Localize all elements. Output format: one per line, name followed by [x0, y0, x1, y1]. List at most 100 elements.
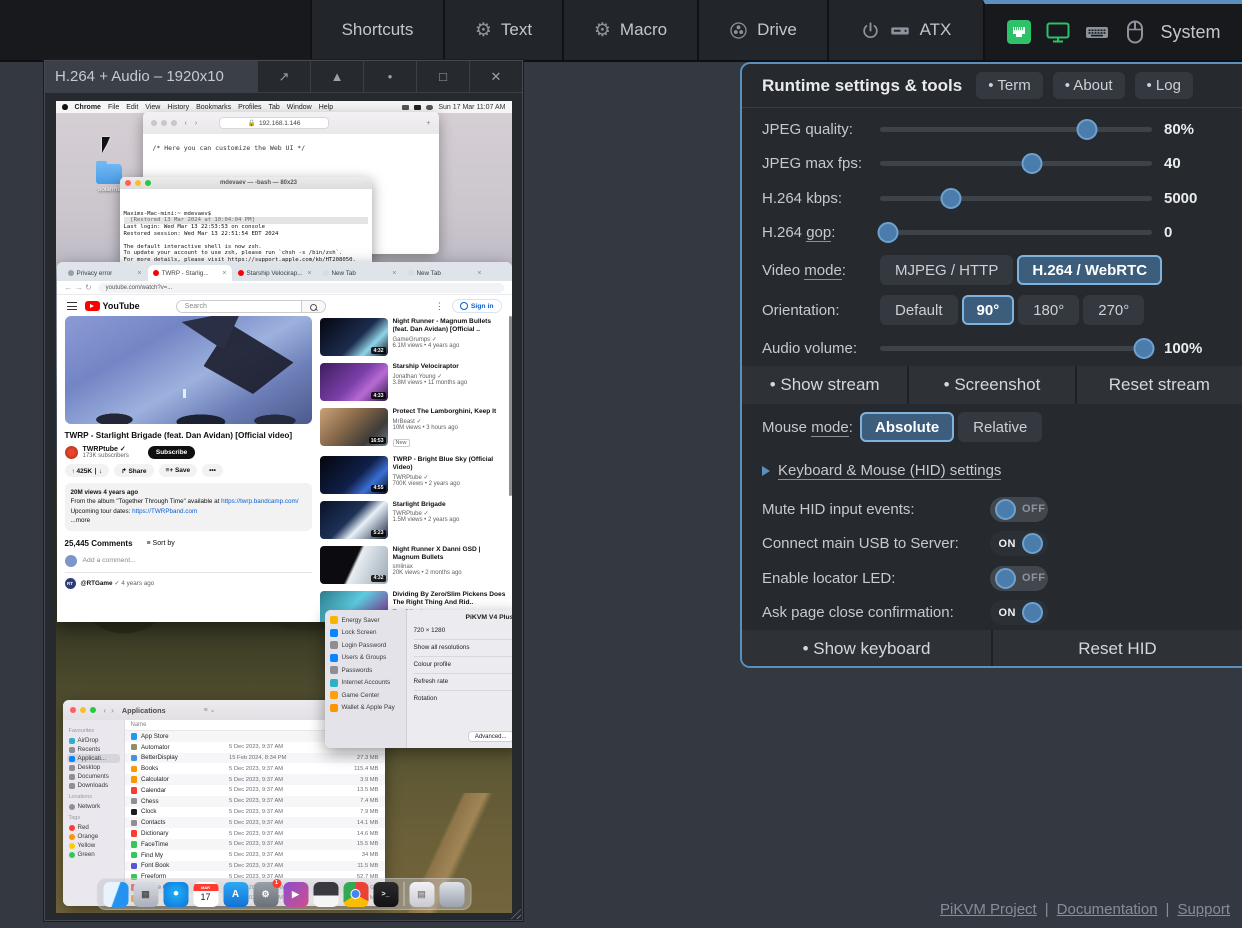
stream-collapse-button[interactable]: ▲ [310, 61, 363, 92]
favicon [238, 270, 244, 276]
support-link[interactable]: Support [1177, 901, 1230, 918]
mouse-mode-option[interactable]: Absolute [860, 412, 954, 442]
file-name: Calendar [141, 787, 229, 794]
toggle-switch[interactable]: OFF [990, 566, 1048, 591]
stream-expand-button[interactable]: ↗ [257, 61, 310, 92]
settings-sidebar-item: Energy Saver [330, 616, 401, 624]
toggle-switch[interactable]: OFF [990, 497, 1048, 522]
show-stream-button[interactable]: • Show stream [742, 366, 907, 404]
mouse-mode-option[interactable]: Relative [958, 412, 1042, 442]
term-button[interactable]: • Term [976, 72, 1042, 99]
video-mode-option[interactable]: H.264 / WebRTC [1017, 255, 1162, 285]
slider-label: JPEG quality: [762, 121, 880, 138]
suggested-channel: TWRPtube ✓ [393, 474, 506, 481]
safari-content: /* Here you can customize the Web UI */ [143, 134, 439, 162]
suggested-meta: 1.5M views • 2 years ago [393, 517, 506, 523]
nav-drive-label: Drive [757, 20, 797, 40]
finder-sidebar-item: Network [67, 802, 120, 811]
slider-control[interactable] [880, 119, 1152, 140]
description-more: ...more [71, 516, 306, 525]
finder-file-row: Calendar 5 Dec 2023, 9:37 AM 13.5 MB [125, 785, 385, 796]
youtube-search-placeholder: Search [177, 303, 301, 310]
hid-settings-link[interactable]: Keyboard & Mouse (HID) settings [778, 462, 1001, 480]
file-size: 14.1 MB [321, 820, 379, 826]
video-description: 20M views 4 years ago From the album "To… [65, 483, 312, 531]
file-date: 5 Dec 2023, 9:37 AM [229, 787, 321, 793]
video-duration: 4:32 [371, 575, 385, 582]
tag-label: Orange [78, 833, 99, 840]
action-pill: ↑ 425K ∣ ↓ [65, 464, 110, 477]
tag-label: Green [78, 851, 95, 858]
video-mode-options: MJPEG / HTTPH.264 / WebRTC [880, 255, 1166, 285]
slider-control[interactable] [880, 188, 1152, 209]
sidebar-item-label: Downloads [78, 782, 109, 789]
audio-volume-slider[interactable] [880, 338, 1152, 359]
orientation-option[interactable]: 90° [962, 295, 1015, 325]
status-glyph-icon [402, 105, 409, 110]
file-icon [131, 787, 138, 794]
traffic-lights [151, 120, 177, 126]
show-keyboard-button[interactable]: • Show keyboard [742, 630, 991, 668]
documentation-link[interactable]: Documentation [1057, 901, 1158, 918]
nav-item-text[interactable]: ⚙ Text [443, 0, 562, 60]
nav-item-atx[interactable]: ATX [827, 0, 983, 60]
finder-file-row: FaceTime 5 Dec 2023, 9:37 AM 15.5 MB [125, 839, 385, 850]
nav-item-drive[interactable]: Drive [697, 0, 827, 60]
description-line: Upcoming tour dates: https://TWRPband.co… [71, 507, 306, 516]
file-size: 34 MB [321, 852, 379, 858]
chrome-urlbar: ← → ↻ youtube.com/watch?v=... [57, 281, 512, 295]
file-date: 5 Dec 2023, 9:37 AM [229, 820, 321, 826]
toggle-state-text: OFF [1022, 572, 1046, 584]
slider-control[interactable] [880, 153, 1152, 174]
slider-row: H.264 gop: 0 [742, 216, 1242, 251]
toggle-switch[interactable]: ON [990, 600, 1048, 625]
close-icon: ✕ [491, 69, 502, 85]
finder-tag-item: Red [67, 823, 120, 832]
slider-control[interactable] [880, 222, 1152, 243]
remote-desktop-stream[interactable]: ChromeFileEditViewHistoryBookmarksProfil… [56, 101, 512, 913]
orientation-option[interactable]: 270° [1083, 295, 1144, 325]
stream-close-button[interactable]: ✕ [469, 61, 522, 92]
slider-track [880, 346, 1152, 351]
youtube-signin-area: ⋮ Sign in [435, 299, 502, 313]
nav-spacer [0, 0, 310, 60]
screenshot-button[interactable]: • Screenshot [909, 366, 1074, 404]
slider-thumb[interactable] [878, 222, 899, 243]
tag-color-dot [69, 852, 75, 858]
nav-item-macro[interactable]: ⚙ Macro [562, 0, 697, 60]
mac-menubar-status: Sun 17 Mar 11:07 AM [402, 104, 505, 111]
about-button[interactable]: • About [1053, 72, 1125, 99]
reset-stream-button[interactable]: Reset stream [1077, 366, 1242, 404]
stream-maximize-button[interactable]: □ [416, 61, 469, 92]
dock-separator [403, 882, 404, 906]
reset-hid-button[interactable]: Reset HID [993, 630, 1242, 668]
finder-view-icons: ≡ ⌄ [204, 706, 216, 714]
nav-item-shortcuts[interactable]: Shortcuts [310, 0, 443, 60]
suggested-meta: 700K views • 2 years ago [393, 481, 506, 487]
file-icon [131, 830, 138, 837]
slider-thumb[interactable] [940, 188, 961, 209]
video-mode-option[interactable]: MJPEG / HTTP [880, 255, 1013, 285]
toggle-row: Enable locator LED: OFF [742, 561, 1242, 596]
suggested-channel: Jonathan Young ✓ [393, 373, 506, 380]
finder-sidebar-item: Documents [67, 772, 120, 781]
toggle-switch[interactable]: ON [990, 531, 1048, 556]
hid-settings-row: Keyboard & Mouse (HID) settings [742, 450, 1242, 492]
nav-item-system[interactable]: System [983, 0, 1242, 60]
slider-thumb[interactable] [1133, 338, 1154, 359]
slider-thumb[interactable] [1022, 153, 1043, 174]
stream-dot-button[interactable]: • [363, 61, 416, 92]
file-icon [131, 852, 138, 859]
mac-menu-item: File [108, 104, 119, 111]
slider-label: H.264 kbps: [762, 190, 880, 207]
settings-item-icon [330, 704, 338, 712]
orientation-option[interactable]: Default [880, 295, 958, 325]
orientation-option[interactable]: 180° [1018, 295, 1079, 325]
file-date: 5 Dec 2023, 9:37 AM [229, 809, 321, 815]
slider-thumb[interactable] [1076, 119, 1097, 140]
pikvm-project-link[interactable]: PiKVM Project [940, 901, 1037, 918]
log-button[interactable]: • Log [1135, 72, 1193, 99]
player-art [183, 389, 186, 398]
gear-icon: ⚙ [475, 21, 492, 40]
file-size: 7.4 MB [321, 798, 379, 804]
